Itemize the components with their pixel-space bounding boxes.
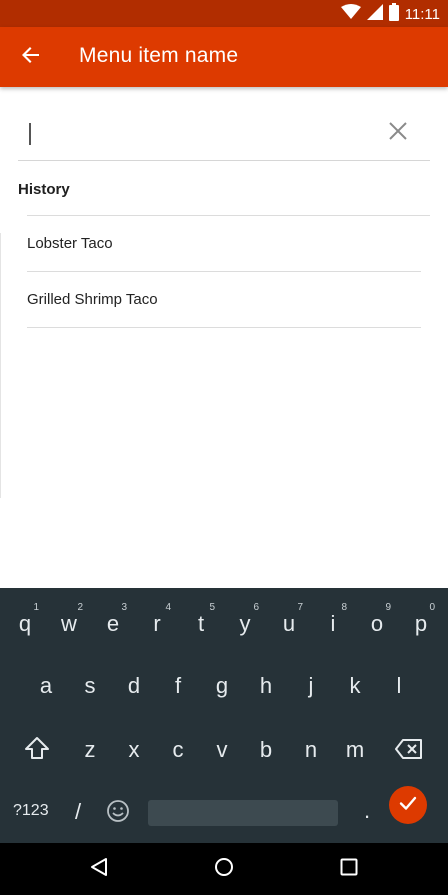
app-bar: Menu item name (0, 27, 448, 87)
key-label: u (282, 611, 296, 636)
key-k[interactable]: k (335, 655, 375, 705)
nav-back-button[interactable] (85, 855, 113, 883)
key-x[interactable]: x (114, 719, 154, 769)
key-label: l (396, 673, 402, 698)
key-label: b (259, 737, 273, 762)
close-icon (389, 121, 407, 145)
back-button[interactable] (14, 40, 48, 74)
key-label: f (174, 673, 182, 698)
key-h[interactable]: h (246, 655, 286, 705)
key-y[interactable]: 6y (225, 593, 265, 643)
backspace-key[interactable] (388, 719, 428, 769)
key-label: p (414, 611, 428, 636)
key-p[interactable]: 0p (401, 593, 441, 643)
search-input[interactable] (28, 117, 368, 149)
battery-icon (388, 2, 399, 26)
key-w[interactable]: 2w (49, 593, 89, 643)
key-r[interactable]: 4r (137, 593, 177, 643)
key-q[interactable]: 1q (5, 593, 45, 643)
emoji-icon (106, 800, 130, 827)
key-v[interactable]: v (202, 719, 242, 769)
key-f[interactable]: f (158, 655, 198, 705)
key-e[interactable]: 3e (93, 593, 133, 643)
key-j[interactable]: j (291, 655, 331, 705)
key-n[interactable]: n (291, 719, 331, 769)
text-cursor (29, 123, 31, 145)
shift-icon (24, 735, 50, 767)
key-label: z (84, 737, 96, 762)
key-d[interactable]: d (114, 655, 154, 705)
key-i[interactable]: 8i (313, 593, 353, 643)
clear-button[interactable] (386, 121, 410, 145)
emoji-key[interactable] (106, 799, 130, 823)
arrow-left-icon (21, 45, 41, 70)
page-title: Menu item name (79, 44, 239, 67)
spacebar[interactable] (148, 800, 338, 826)
signal-icon (366, 3, 383, 25)
history-heading: History (18, 181, 70, 198)
divider (0, 233, 1, 498)
checkmark-icon (398, 793, 418, 818)
key-label: x (128, 737, 140, 762)
key-label: t (197, 611, 205, 636)
square-recents-icon (340, 858, 358, 881)
history-list: Lobster Taco Grilled Shrimp Taco (27, 216, 421, 328)
status-time: 11:11 (404, 5, 440, 23)
key-s[interactable]: s (70, 655, 110, 705)
key-label: a (39, 673, 53, 698)
backspace-icon (395, 739, 423, 765)
key-t[interactable]: 5t (181, 593, 221, 643)
key-label: y (239, 611, 251, 636)
key-label: w (61, 611, 77, 636)
slash-key[interactable]: / (75, 799, 81, 825)
key-label: d (127, 673, 141, 698)
nav-recents-button[interactable] (335, 855, 363, 883)
key-label: r (153, 611, 161, 636)
key-label: s (84, 673, 96, 698)
circle-home-icon (214, 857, 234, 882)
key-c[interactable]: c (158, 719, 198, 769)
key-label: o (370, 611, 384, 636)
key-label: m (345, 737, 365, 762)
nav-home-button[interactable] (210, 855, 238, 883)
key-label: e (106, 611, 120, 636)
key-label: j (308, 673, 314, 698)
period-key[interactable]: . (364, 798, 370, 824)
symbols-key[interactable]: ?123 (13, 802, 49, 820)
key-label: i (330, 611, 336, 636)
key-m[interactable]: m (335, 719, 375, 769)
status-bar: 11:11 (0, 0, 448, 27)
wifi-icon (340, 3, 361, 25)
key-z[interactable]: z (70, 719, 110, 769)
key-label: h (259, 673, 273, 698)
key-label: k (349, 673, 361, 698)
history-item[interactable]: Grilled Shrimp Taco (27, 272, 421, 328)
status-icons: 11:11 (340, 2, 440, 26)
keyboard: 1q 2w 3e 4r 5t 6y 7u 8i 9o 0p a s d f g … (0, 588, 448, 843)
key-label: q (18, 611, 32, 636)
triangle-back-icon (90, 857, 108, 882)
key-u[interactable]: 7u (269, 593, 309, 643)
navigation-bar (0, 843, 448, 895)
history-item[interactable]: Lobster Taco (27, 216, 421, 272)
key-a[interactable]: a (26, 655, 66, 705)
key-label: c (172, 737, 184, 762)
key-l[interactable]: l (379, 655, 419, 705)
search-field[interactable] (18, 105, 430, 161)
enter-button[interactable] (389, 786, 427, 824)
key-o[interactable]: 9o (357, 593, 397, 643)
key-label: g (215, 673, 229, 698)
key-g[interactable]: g (202, 655, 242, 705)
shift-key[interactable] (16, 719, 56, 769)
key-label: v (216, 737, 228, 762)
key-label: n (304, 737, 318, 762)
key-b[interactable]: b (246, 719, 286, 769)
